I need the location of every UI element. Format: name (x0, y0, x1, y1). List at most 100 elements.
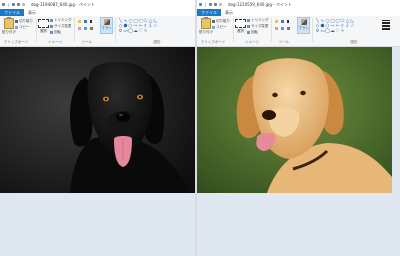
resize-icon (50, 25, 53, 28)
undo-icon[interactable] (17, 3, 20, 6)
save-icon[interactable] (12, 3, 15, 6)
magnifier-icon[interactable] (287, 27, 290, 30)
brushes-group: ブラシ (297, 17, 311, 39)
fill-icon[interactable] (281, 20, 284, 23)
star-shape-icon[interactable]: ☆ (153, 24, 158, 29)
paste-button[interactable]: 貼り付け (199, 17, 213, 35)
save-icon[interactable] (209, 3, 212, 6)
select-icon (235, 19, 246, 28)
clipboard-group: 貼り付け 切り取り コピー (199, 17, 230, 39)
image-group-label: イメージ (245, 40, 259, 44)
rotate-icon (247, 31, 250, 34)
paint-window-left: dog-1194087_640.jpg - ペイント ファイル 表示 貼り付け … (0, 0, 195, 256)
select-icon (38, 19, 49, 28)
stroke-size-button[interactable] (382, 20, 390, 30)
rotate-label: 回転 (251, 30, 258, 34)
lightning-shape-icon[interactable]: ϟ (143, 29, 148, 34)
tools-group-label: ツール (278, 40, 290, 44)
canvas-workspace (0, 47, 195, 256)
divider (115, 18, 116, 42)
resize-label: サイズ変更 (54, 24, 72, 28)
stroke-thick (382, 24, 390, 27)
tab-file[interactable]: ファイル (0, 9, 24, 16)
color-picker-icon[interactable] (84, 27, 87, 30)
copy-label: コピー (19, 25, 30, 29)
pencil-icon[interactable] (78, 20, 81, 23)
window-title: dog-1194087_640.jpg - ペイント (31, 1, 95, 7)
brush-icon (103, 19, 110, 25)
clipboard-group-label: クリップボード (3, 40, 29, 44)
select-button[interactable]: 選択 (235, 19, 246, 34)
black-dog-photo (0, 47, 195, 193)
copy-button[interactable]: コピー (15, 25, 30, 30)
rotate-icon (50, 31, 53, 34)
resize-button[interactable]: サイズ変更 (247, 24, 268, 29)
select-button[interactable]: 選択 (38, 19, 49, 34)
eraser-icon[interactable] (275, 27, 278, 30)
quick-access-toolbar (199, 2, 222, 7)
shapes-gallery: ╲ ∿ ○ □ ▢ ⬠ △ ◺ ◇ ⬟ ⬡ ⇨ ⇦ ⇧ ⇩ ☆ ✡ ▭ ◯ ☁ … (315, 19, 355, 34)
copy-icon (212, 26, 215, 29)
crop-label: トリミング (251, 18, 269, 22)
copy-button[interactable]: コピー (212, 25, 227, 30)
cut-button[interactable]: 切り取り (212, 19, 230, 24)
image-group: 選択 トリミング サイズ変更 回転 (38, 17, 74, 39)
window-title: dog-1210559_640.jpg - ペイント (228, 1, 292, 7)
brushes-label: ブラシ (298, 26, 309, 30)
tab-file[interactable]: ファイル (197, 9, 221, 16)
crop-button[interactable]: トリミング (50, 18, 72, 23)
lightning-shape-icon[interactable]: ϟ (340, 29, 345, 34)
ribbon-tabs: ファイル 表示 (0, 9, 195, 16)
tools-group (77, 17, 99, 39)
clipboard-group: 貼り付け 切り取り コピー (2, 17, 33, 39)
image-group-label: イメージ (48, 40, 62, 44)
paste-button[interactable]: 貼り付け (2, 17, 16, 35)
stroke-medium (382, 22, 390, 24)
tab-view[interactable]: 表示 (221, 9, 237, 16)
text-icon[interactable] (90, 20, 92, 23)
canvas-workspace (197, 47, 400, 256)
brushes-button[interactable]: ブラシ (100, 17, 113, 34)
crop-button[interactable]: トリミング (247, 18, 269, 23)
rotate-button[interactable]: 回転 (50, 30, 61, 35)
color-picker-icon[interactable] (281, 27, 284, 30)
rotate-button[interactable]: 回転 (247, 30, 258, 35)
crop-icon (50, 19, 53, 22)
eraser-icon[interactable] (78, 27, 81, 30)
brush-icon (300, 19, 307, 25)
tab-view[interactable]: 表示 (24, 9, 40, 16)
shapes-group-label: 図形 (153, 40, 161, 44)
pencil-icon[interactable] (275, 20, 278, 23)
divider (271, 18, 272, 42)
cut-button[interactable]: 切り取り (15, 19, 33, 24)
tools-group-label: ツール (81, 40, 93, 44)
copy-icon (15, 26, 18, 29)
resize-button[interactable]: サイズ変更 (50, 24, 71, 29)
paint-app-icon (199, 3, 202, 6)
canvas-image[interactable] (0, 47, 195, 193)
ribbon: 貼り付け 切り取り コピー クリップボード 選択 トリミング サイズ変更 回転 … (197, 16, 400, 47)
select-label: 選択 (237, 29, 244, 33)
shapes-group-label: 図形 (350, 40, 358, 44)
divider (312, 18, 313, 42)
redo-icon[interactable] (219, 3, 222, 6)
title-bar: dog-1210559_640.jpg - ペイント (197, 0, 400, 9)
brushes-button[interactable]: ブラシ (297, 17, 310, 34)
scissors-icon (212, 20, 215, 23)
crop-label: トリミング (54, 18, 72, 22)
undo-icon[interactable] (214, 3, 217, 6)
paste-label: 貼り付け (199, 30, 213, 34)
clipboard-group-label: クリップボード (200, 40, 226, 44)
shapes-gallery: ╲ ∿ ○ □ ▢ ⬠ △ ◺ ◇ ⬟ ⬡ ⇨ ⇦ ⇧ ⇩ ☆ ✡ ▭ ◯ ☁ … (118, 19, 158, 34)
paint-window-right: dog-1210559_640.jpg - ペイント ファイル 表示 貼り付け … (197, 0, 400, 256)
canvas-image[interactable] (197, 47, 392, 193)
redo-icon[interactable] (22, 3, 25, 6)
paste-label: 貼り付け (2, 30, 16, 34)
tools-group (274, 17, 296, 39)
star-shape-icon[interactable]: ☆ (350, 24, 355, 29)
text-icon[interactable] (287, 20, 289, 23)
magnifier-icon[interactable] (90, 27, 93, 30)
cut-label: 切り取り (19, 19, 33, 23)
divider (8, 2, 9, 7)
fill-icon[interactable] (84, 20, 87, 23)
